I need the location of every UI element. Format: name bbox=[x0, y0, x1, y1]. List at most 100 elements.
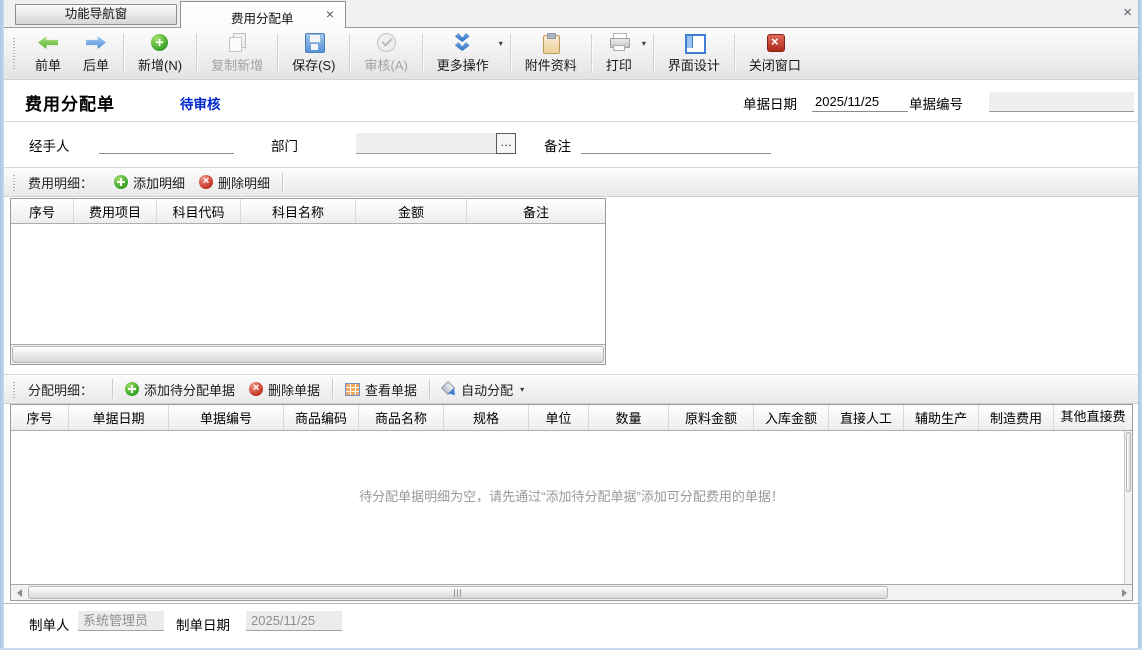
doc-number-label: 单据编号 bbox=[909, 93, 963, 113]
form-row: 经手人 部门 … 备注 bbox=[4, 122, 1138, 167]
doc-date-label: 单据日期 bbox=[743, 93, 797, 113]
close-window-label: 关闭窗口 bbox=[749, 55, 801, 74]
remark-label: 备注 bbox=[544, 135, 571, 155]
expense-grid-hscroll-thumb[interactable] bbox=[12, 346, 604, 363]
alloc-col-spec[interactable]: 规格 bbox=[444, 405, 529, 430]
alloc-grid-vscrollbar[interactable] bbox=[1124, 431, 1132, 584]
printer-icon bbox=[608, 33, 630, 52]
view-doc-button[interactable]: 查看单据 bbox=[338, 377, 424, 402]
more-actions-button[interactable]: 更多操作 ▾ bbox=[426, 28, 507, 79]
toolbar-separator bbox=[591, 34, 592, 73]
expense-grid-hscrollbar[interactable] bbox=[11, 344, 605, 364]
add-expense-detail-button[interactable]: 添加明细 bbox=[107, 170, 192, 195]
creation-date-value: 2025/11/25 bbox=[246, 611, 342, 631]
hscroll-thumb-grip-icon bbox=[454, 589, 462, 597]
alloc-grid-header: 序号 单据日期 单据编号 商品编码 商品名称 规格 单位 数量 原料金额 入库金… bbox=[11, 405, 1132, 431]
alloc-col-labor[interactable]: 直接人工 bbox=[829, 405, 904, 430]
prev-doc-label: 前单 bbox=[35, 55, 61, 74]
alloc-col-inbound[interactable]: 入库金额 bbox=[754, 405, 829, 430]
tab-expense-allocation-label: 费用分配单 bbox=[231, 8, 294, 27]
ui-design-button[interactable]: 界面设计 bbox=[657, 28, 731, 79]
window-right-border bbox=[1138, 0, 1142, 650]
alloc-col-unit[interactable]: 单位 bbox=[529, 405, 589, 430]
tab-expense-allocation[interactable]: 费用分配单 × bbox=[180, 1, 346, 28]
toolbar-grip[interactable] bbox=[13, 38, 15, 70]
print-button[interactable]: 打印 ▾ bbox=[595, 28, 650, 79]
alloc-grid-hscrollbar[interactable] bbox=[11, 584, 1132, 600]
alloc-col-auxiliary[interactable]: 辅助生产 bbox=[904, 405, 979, 430]
expense-col-remark[interactable]: 备注 bbox=[467, 199, 605, 223]
alloc-col-doc-date[interactable]: 单据日期 bbox=[69, 405, 169, 430]
close-window-button[interactable]: 关闭窗口 bbox=[738, 28, 812, 79]
delete-alloc-doc-label: 删除单据 bbox=[268, 380, 320, 399]
check-circle-icon bbox=[375, 33, 397, 52]
add-alloc-doc-button[interactable]: 添加待分配单据 bbox=[118, 377, 242, 402]
save-button[interactable]: 保存(S) bbox=[281, 28, 346, 79]
audit-button[interactable]: 审核(A) bbox=[353, 28, 418, 79]
handler-field[interactable] bbox=[99, 134, 234, 154]
alloc-grid: 序号 单据日期 单据编号 商品编码 商品名称 规格 单位 数量 原料金额 入库金… bbox=[10, 404, 1133, 601]
expense-grid: 序号 费用项目 科目代码 科目名称 金额 备注 bbox=[10, 198, 606, 365]
hscroll-left-arrow[interactable] bbox=[11, 585, 27, 600]
alloc-section-grip[interactable] bbox=[13, 382, 15, 398]
toolbar-separator bbox=[734, 34, 735, 73]
print-caret-icon: ▾ bbox=[642, 39, 646, 48]
alloc-col-prod-name[interactable]: 商品名称 bbox=[359, 405, 444, 430]
plus-circle-icon bbox=[149, 33, 171, 52]
view-doc-label: 查看单据 bbox=[365, 380, 417, 399]
audit-label: 审核(A) bbox=[364, 55, 407, 74]
creator-value: 系统管理员 bbox=[78, 611, 164, 631]
remark-field[interactable] bbox=[581, 134, 771, 154]
alloc-col-qty[interactable]: 数量 bbox=[589, 405, 669, 430]
add-circle-icon bbox=[125, 382, 139, 396]
table-grid-icon bbox=[345, 383, 360, 396]
delete-expense-detail-button[interactable]: 删除明细 bbox=[192, 170, 277, 195]
creation-date-label: 制单日期 bbox=[176, 614, 230, 634]
next-doc-button[interactable]: 后单 bbox=[72, 28, 120, 79]
main-toolbar: 前单 后单 新增(N) 复制新增 保存(S) 审核(A) 更多操 bbox=[4, 28, 1138, 80]
expense-col-amount[interactable]: 金额 bbox=[356, 199, 467, 223]
toolbar-separator bbox=[653, 34, 654, 73]
prev-doc-button[interactable]: 前单 bbox=[24, 28, 72, 79]
expense-col-item[interactable]: 费用项目 bbox=[74, 199, 157, 223]
toolbar-separator bbox=[277, 34, 278, 73]
expense-allocation-window: 功能导航窗 费用分配单 × × 前单 后单 新增(N) 复制新增 bbox=[0, 0, 1142, 650]
department-picker-button[interactable]: … bbox=[496, 133, 516, 154]
expense-col-code[interactable]: 科目代码 bbox=[157, 199, 241, 223]
add-circle-icon bbox=[114, 175, 128, 189]
new-button[interactable]: 新增(N) bbox=[127, 28, 193, 79]
doc-date-field[interactable] bbox=[812, 92, 908, 112]
attachments-button[interactable]: 附件资料 bbox=[514, 28, 588, 79]
expense-col-seq[interactable]: 序号 bbox=[11, 199, 74, 223]
section-separator bbox=[429, 379, 430, 399]
window-close-icon[interactable]: × bbox=[1123, 4, 1132, 21]
copy-icon bbox=[226, 33, 248, 52]
alloc-col-other-direct[interactable]: 其他直接费 bbox=[1054, 405, 1132, 430]
expense-col-name[interactable]: 科目名称 bbox=[241, 199, 356, 223]
tab-close-icon[interactable]: × bbox=[326, 6, 334, 22]
toolbar-separator bbox=[510, 34, 511, 73]
alloc-col-prod-code[interactable]: 商品编码 bbox=[284, 405, 359, 430]
document-header: 费用分配单 待审核 单据日期 单据编号 bbox=[4, 80, 1138, 122]
empty-state-message: 待分配单据明细为空，请先通过“添加待分配单据”添加可分配费用的单据！ bbox=[11, 486, 1132, 505]
doc-number-field[interactable] bbox=[989, 92, 1134, 112]
arrow-right-icon bbox=[85, 33, 107, 52]
toolbar-separator bbox=[349, 34, 350, 73]
alloc-col-doc-number[interactable]: 单据编号 bbox=[169, 405, 284, 430]
expense-section-grip[interactable] bbox=[13, 175, 15, 191]
tab-function-navigator[interactable]: 功能导航窗 bbox=[15, 4, 177, 25]
alloc-col-mfg-cost[interactable]: 制造费用 bbox=[979, 405, 1054, 430]
alloc-col-seq[interactable]: 序号 bbox=[11, 405, 69, 430]
clipboard-icon bbox=[540, 33, 562, 52]
department-field[interactable] bbox=[356, 133, 497, 154]
auto-allocate-button[interactable]: 自动分配 ▾ bbox=[435, 377, 531, 402]
expense-grid-header: 序号 费用项目 科目代码 科目名称 金额 备注 bbox=[11, 199, 605, 224]
alloc-col-material[interactable]: 原料金额 bbox=[669, 405, 754, 430]
alloc-grid-vscroll-thumb[interactable] bbox=[1126, 432, 1131, 492]
alloc-grid-hscroll-thumb[interactable] bbox=[28, 586, 888, 599]
delete-alloc-doc-button[interactable]: 删除单据 bbox=[242, 377, 327, 402]
copy-new-button[interactable]: 复制新增 bbox=[200, 28, 274, 79]
hscroll-right-arrow[interactable] bbox=[1116, 585, 1132, 600]
floppy-disk-icon bbox=[303, 33, 325, 52]
attachments-label: 附件资料 bbox=[525, 55, 577, 74]
